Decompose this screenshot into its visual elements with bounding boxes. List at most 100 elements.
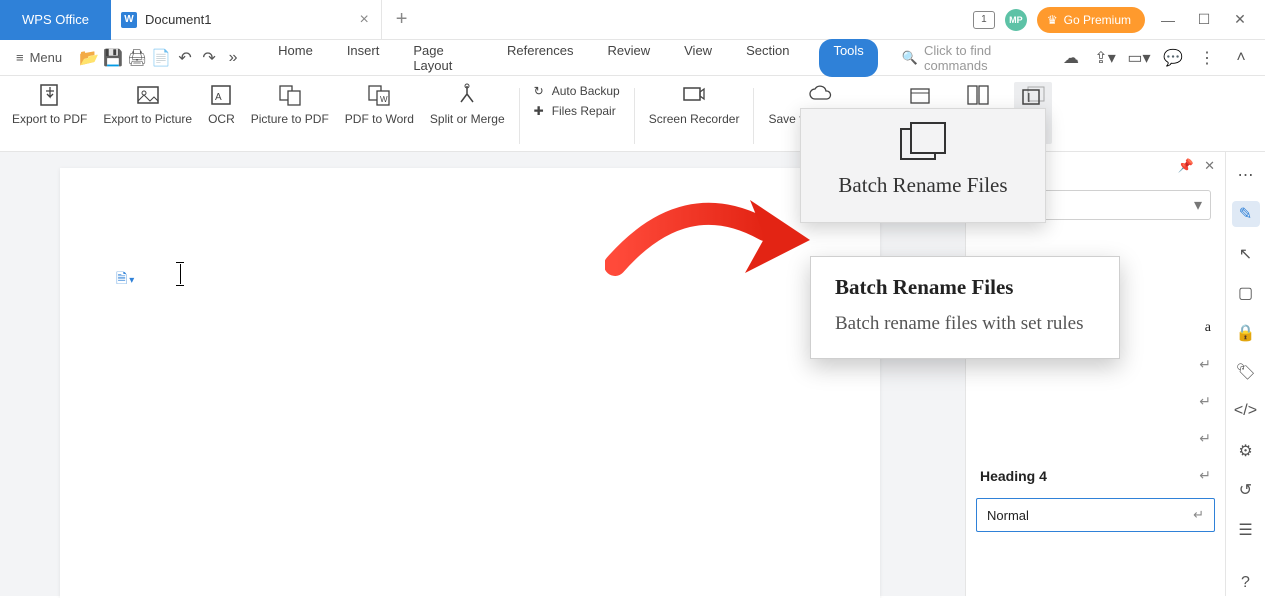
sidebar-list-icon[interactable]: ☰ (1232, 517, 1260, 542)
sidebar-grip-icon[interactable]: ⋯ (1232, 162, 1260, 187)
backup-icon: ↻ (534, 84, 544, 98)
tooltip-title: Batch Rename Files (835, 275, 1095, 300)
popup-title: Batch Rename Files (801, 173, 1045, 212)
tab-references[interactable]: References (503, 39, 577, 77)
add-tab-button[interactable]: + (382, 8, 422, 31)
tab-tools[interactable]: Tools (819, 39, 877, 77)
export-to-picture-button[interactable]: Export to Picture (95, 82, 200, 150)
ribbon-tabs: Home Insert Page Layout References Revie… (252, 39, 878, 77)
maximize-button[interactable]: ☐ (1191, 7, 1217, 33)
tab-review[interactable]: Review (604, 39, 655, 77)
go-premium-button[interactable]: ♛ Go Premium (1037, 7, 1145, 33)
sidebar-settings-icon[interactable]: ⚙ (1232, 438, 1260, 463)
tab-count-badge[interactable]: 1 (973, 11, 995, 29)
screen-recorder-label: Screen Recorder (649, 112, 740, 127)
quick-access-toolbar: 📂 💾 🖨 📄 ↶ ↷ » (74, 47, 248, 69)
tab-insert[interactable]: Insert (343, 39, 384, 77)
split-merge-label: Split or Merge (430, 112, 505, 127)
return-icon: ↵ (1199, 430, 1211, 447)
save-icon[interactable]: 💾 (102, 47, 124, 69)
style-a-label: a (1205, 320, 1211, 336)
right-sidebar: ⋯ ✎ ↖ ▢ 🔒 🏷 </> ⚙ ↺ ☰ ? (1225, 152, 1265, 596)
export-pdf-label: Export to PDF (12, 112, 87, 127)
search-icon: 🔍 (902, 50, 918, 66)
ribbon-tools: Export to PDF Export to Picture A OCR Pi… (0, 76, 1265, 152)
page-indicator-icon[interactable]: 🗎▾ (116, 268, 134, 292)
toolbox-icon[interactable]: ▭▾ (1127, 46, 1151, 70)
file-collect-icon (908, 82, 932, 108)
more-icon[interactable]: ⋮ (1195, 46, 1219, 70)
comment-icon[interactable]: 💬 (1161, 46, 1185, 70)
tab-view[interactable]: View (680, 39, 716, 77)
split-or-merge-button[interactable]: Split or Merge (422, 82, 513, 150)
auto-backup-button[interactable]: ↻ Auto Backup (534, 84, 620, 98)
share-icon[interactable]: ⇪▾ (1093, 46, 1117, 70)
tab-page-layout[interactable]: Page Layout (409, 39, 477, 77)
close-panel-icon[interactable]: ✕ (1204, 158, 1215, 170)
sidebar-select-icon[interactable]: ↖ (1232, 241, 1260, 266)
minimize-button[interactable]: — (1155, 7, 1181, 33)
repair-icon: ✚ (534, 104, 544, 118)
batch-rename-icon: I (1020, 84, 1046, 110)
print-preview-icon[interactable]: 📄 (150, 47, 172, 69)
pin-panel-icon[interactable]: 📌 (1178, 158, 1194, 170)
collapse-ribbon-icon[interactable]: ˄ (1229, 46, 1253, 70)
style-item-ret3[interactable]: ↵ (966, 420, 1225, 457)
export-to-pdf-button[interactable]: Export to PDF (4, 82, 95, 150)
batch-rename-dropdown[interactable]: I Batch Rename Files (800, 108, 1046, 223)
heading4-label: Heading 4 (980, 468, 1047, 484)
document-tab[interactable]: W Document1 × (111, 0, 382, 40)
screen-recorder-button[interactable]: Screen Recorder (641, 82, 748, 150)
picture-to-pdf-button[interactable]: Picture to PDF (243, 82, 337, 150)
user-avatar[interactable]: MP (1005, 9, 1027, 31)
ocr-button[interactable]: A OCR (200, 82, 243, 150)
cloud-icon[interactable]: ☁ (1059, 46, 1083, 70)
command-search[interactable]: 🔍 Click to find commands (902, 43, 1055, 73)
split-merge-icon (455, 82, 479, 108)
wps-home-tab[interactable]: WPS Office (0, 0, 111, 40)
style-normal[interactable]: Normal ↵ (976, 498, 1215, 532)
pdf-to-word-button[interactable]: W PDF to Word (337, 82, 422, 150)
open-icon[interactable]: 📂 (78, 47, 100, 69)
pic-to-pdf-icon (278, 82, 302, 108)
pdf-to-word-label: PDF to Word (345, 112, 414, 127)
sidebar-code-icon[interactable]: </> (1232, 399, 1260, 424)
files-repair-button[interactable]: ✚ Files Repair (534, 104, 620, 118)
style-heading4[interactable]: Heading 4 ↵ (966, 457, 1225, 494)
close-tab-button[interactable]: × (359, 11, 368, 29)
pdf-export-icon (38, 82, 62, 108)
return-icon: ↵ (1193, 507, 1204, 523)
tab-section[interactable]: Section (742, 39, 793, 77)
sidebar-tag-icon[interactable]: 🏷 (1232, 359, 1260, 384)
sidebar-help-icon[interactable]: ? (1232, 571, 1260, 596)
premium-label: Go Premium (1064, 13, 1131, 27)
compare-icon (966, 82, 990, 108)
search-placeholder: Click to find commands (924, 43, 1055, 73)
style-item-ret2[interactable]: ↵ (966, 383, 1225, 420)
menu-label: Menu (30, 50, 63, 65)
sidebar-history-icon[interactable]: ↺ (1232, 478, 1260, 503)
files-repair-label: Files Repair (552, 104, 616, 118)
picture-export-icon (136, 82, 160, 108)
recorder-icon (682, 82, 706, 108)
tab-home[interactable]: Home (274, 39, 317, 77)
annotation-arrow (605, 195, 815, 295)
sidebar-lock-icon[interactable]: 🔒 (1232, 320, 1260, 345)
sidebar-highlight-icon[interactable]: ✎ (1232, 201, 1260, 226)
auto-backup-label: Auto Backup (552, 84, 620, 98)
sidebar-clipboard-icon[interactable]: ▢ (1232, 280, 1260, 305)
pdf-to-word-icon: W (367, 82, 391, 108)
cloud-save-icon (809, 82, 833, 108)
qat-more-icon[interactable]: » (222, 47, 244, 69)
titlebar: WPS Office W Document1 × + 1 MP ♛ Go Pre… (0, 0, 1265, 40)
close-window-button[interactable]: ✕ (1227, 7, 1253, 33)
return-icon: ↵ (1199, 467, 1211, 484)
crown-icon: ♛ (1047, 13, 1058, 27)
menu-button[interactable]: ≡ Menu (8, 50, 70, 65)
chevron-down-icon: ▾ (1194, 195, 1202, 215)
hamburger-icon: ≡ (16, 50, 24, 65)
undo-icon[interactable]: ↶ (174, 47, 196, 69)
redo-icon[interactable]: ↷ (198, 47, 220, 69)
print-icon[interactable]: 🖨 (126, 47, 148, 69)
normal-label: Normal (987, 508, 1029, 523)
